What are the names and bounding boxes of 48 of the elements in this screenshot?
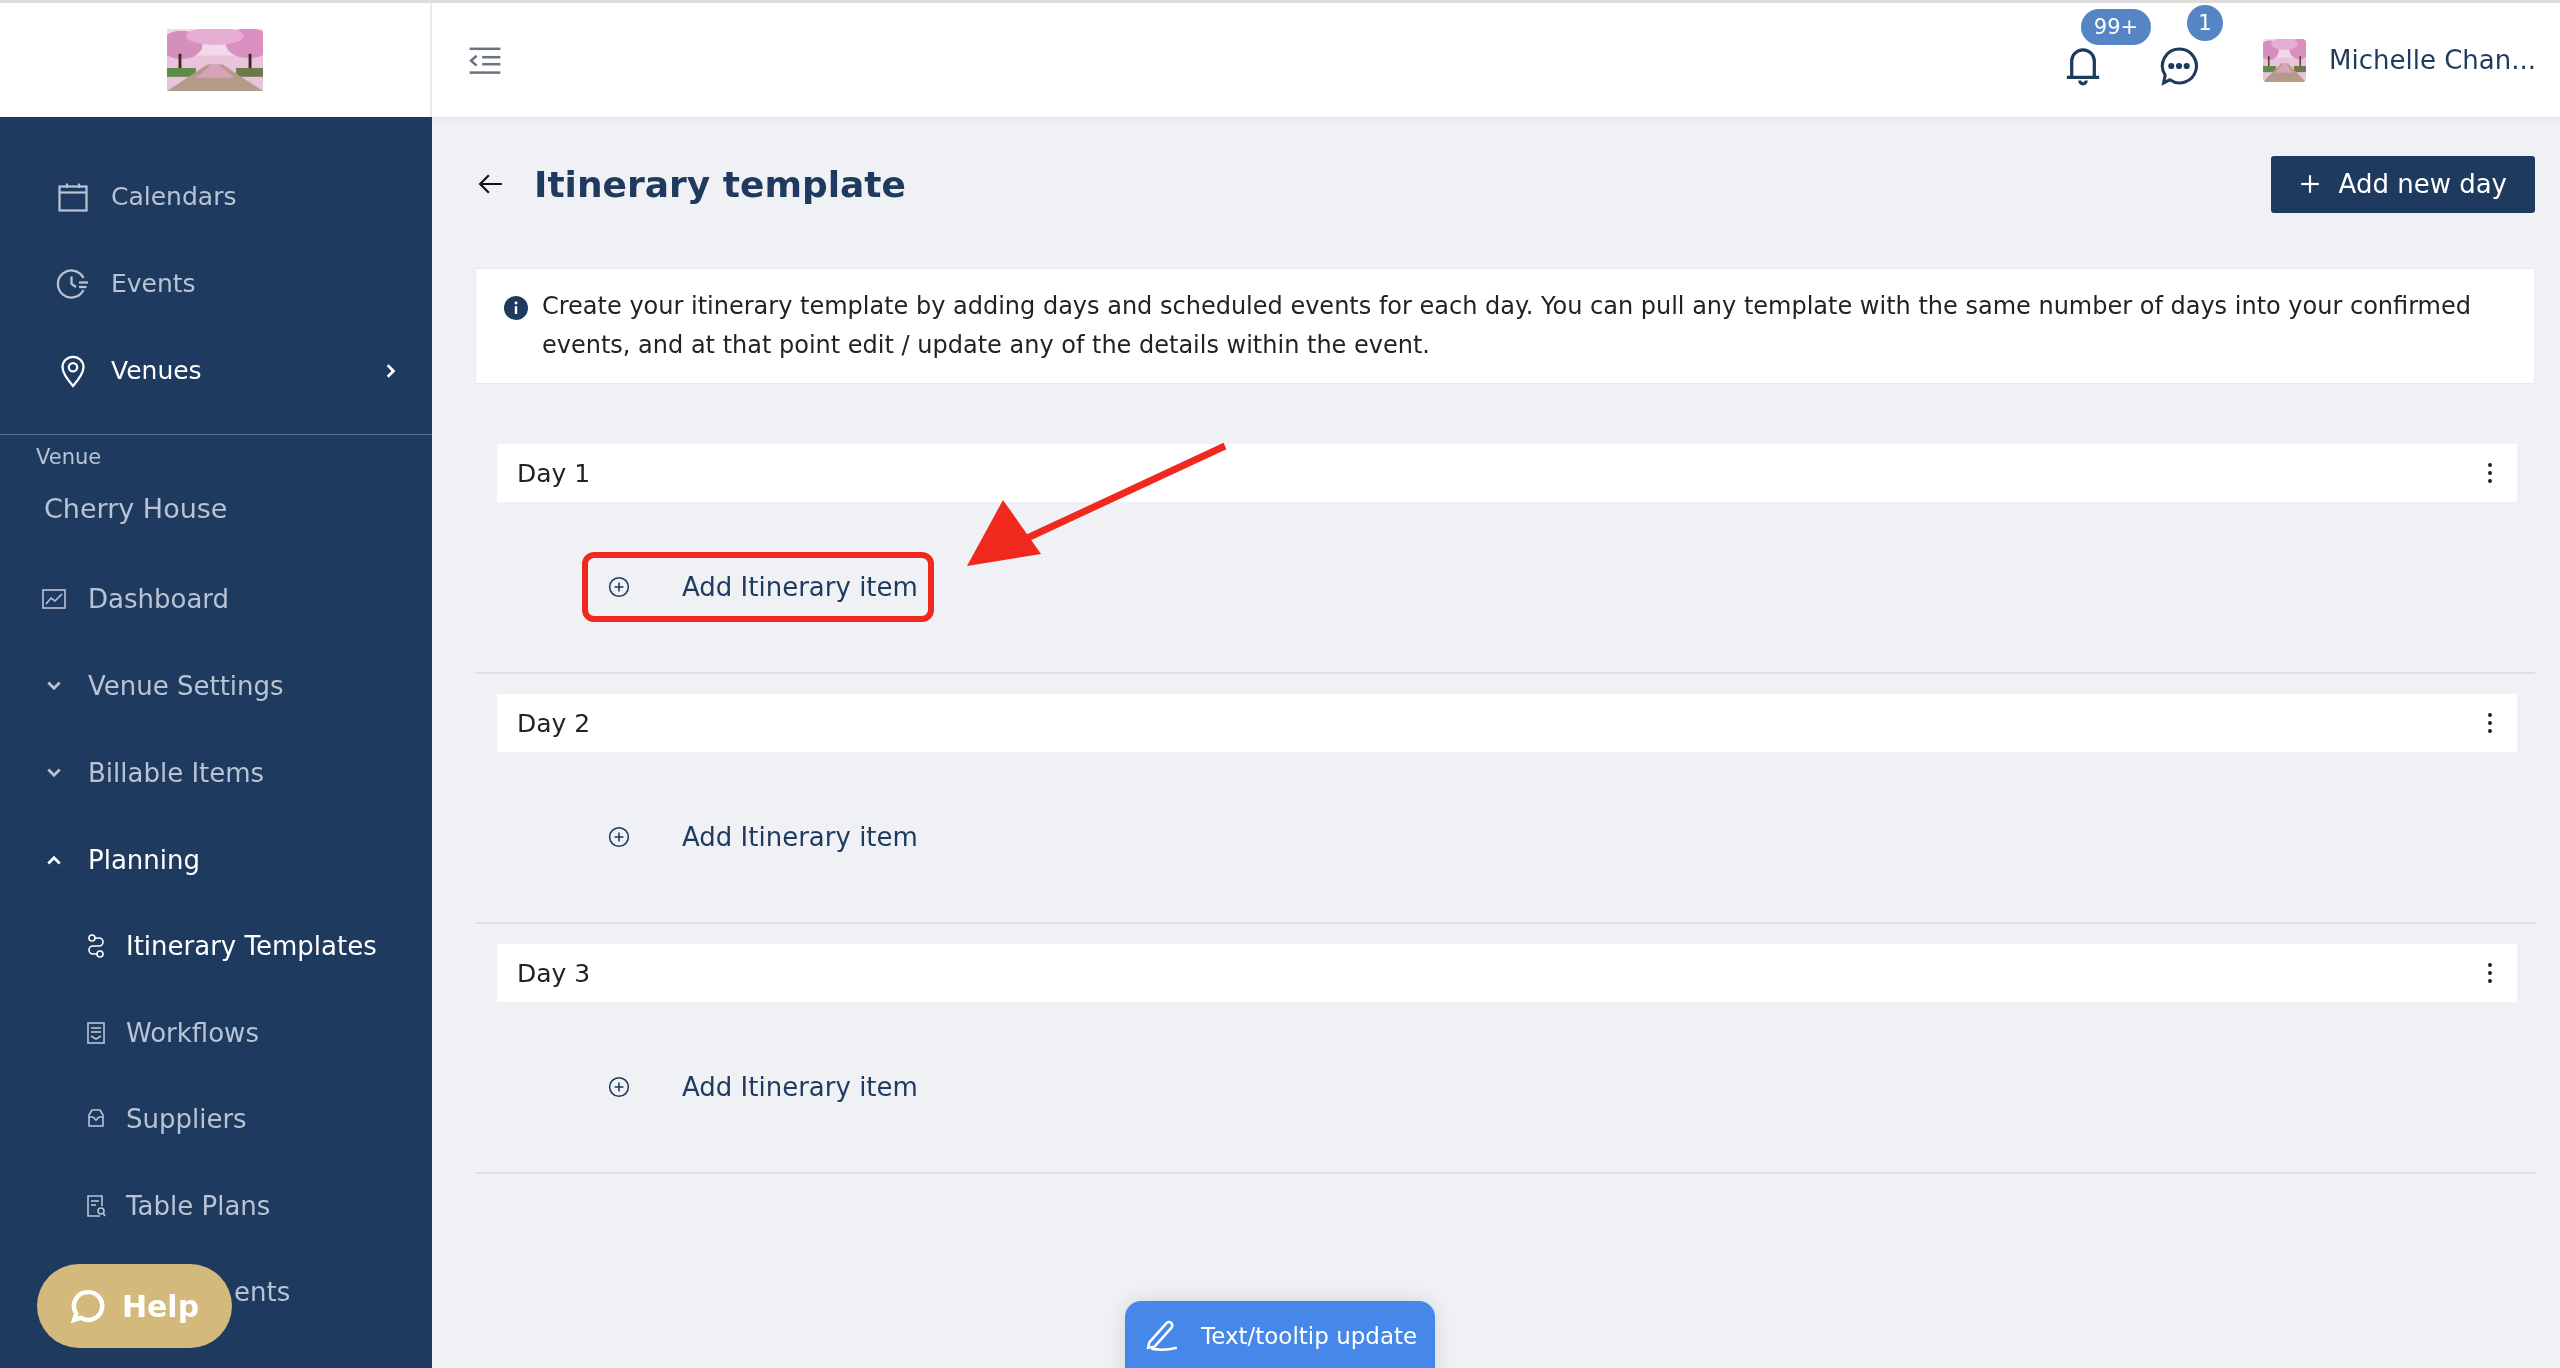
plus-circle-icon [608, 576, 630, 598]
day-label: Day 3 [517, 958, 592, 988]
day-label: Day 2 [517, 708, 592, 738]
chart-icon [42, 588, 66, 609]
plus-icon [2298, 173, 2321, 195]
chevron-right-icon [384, 362, 396, 379]
nav-item[interactable]: Calendars [0, 153, 432, 240]
menu-collapse-icon[interactable] [468, 46, 502, 74]
more-icon[interactable] [2487, 462, 2493, 484]
page-title: Itinerary template [534, 163, 906, 205]
add-item-button[interactable]: Add Itinerary item [582, 1052, 934, 1122]
nav-item[interactable]: Dashboard [0, 555, 432, 642]
day-label: Day 1 [517, 458, 592, 488]
plus-circle-icon [608, 826, 630, 848]
nav-item[interactable]: ents [234, 1277, 291, 1308]
message-badge: 1 [2187, 5, 2223, 41]
nav-group[interactable]: Venue Settings [0, 642, 432, 729]
nav-item[interactable]: Workflows [0, 989, 432, 1076]
pencil-icon [1145, 1319, 1179, 1351]
chevron-down-icon [46, 766, 62, 779]
add-day-button[interactable]: Add new day [2270, 155, 2535, 213]
info-text: Create your itinerary template by adding days and scheduled events for each day. You can pull any template with the same number of days into your confirmed events, and at that point edit / update any of the details within the event. [542, 291, 2472, 361]
document-icon [86, 1020, 106, 1045]
more-icon[interactable] [2487, 962, 2493, 984]
chevron-up-icon [46, 853, 62, 866]
nav-item[interactable]: Suppliers [0, 1076, 432, 1163]
nav-item[interactable]: Events [0, 240, 432, 327]
nav-item[interactable]: Itinerary Templates [0, 903, 432, 990]
chat-bubble-icon [69, 1288, 106, 1324]
back-arrow-icon[interactable] [478, 173, 504, 195]
add-item-button[interactable]: Add Itinerary item [582, 802, 934, 872]
venue-name: Cherry House [43, 492, 229, 526]
plus-circle-icon [608, 1076, 630, 1098]
nav-item[interactable]: Table Plans [0, 1162, 432, 1249]
section-heading: Venue [35, 444, 103, 469]
add-item-button[interactable]: Add Itinerary item [582, 552, 934, 622]
more-icon[interactable] [2487, 712, 2493, 734]
feedback-button[interactable]: Text/tooltip update [1125, 1301, 1435, 1368]
chat-icon[interactable] [2159, 45, 2199, 87]
notification-badge: 99+ [2081, 9, 2151, 45]
document-search-icon [86, 1193, 106, 1218]
nav-item[interactable]: Venues [0, 327, 432, 414]
nav-group[interactable]: Billable Items [0, 729, 432, 816]
route-icon [86, 934, 106, 959]
chevron-down-icon [46, 679, 62, 692]
info-icon [504, 296, 528, 320]
user-name[interactable]: Michelle Chan... [2329, 45, 2536, 75]
nav-group[interactable]: Planning [0, 816, 432, 903]
